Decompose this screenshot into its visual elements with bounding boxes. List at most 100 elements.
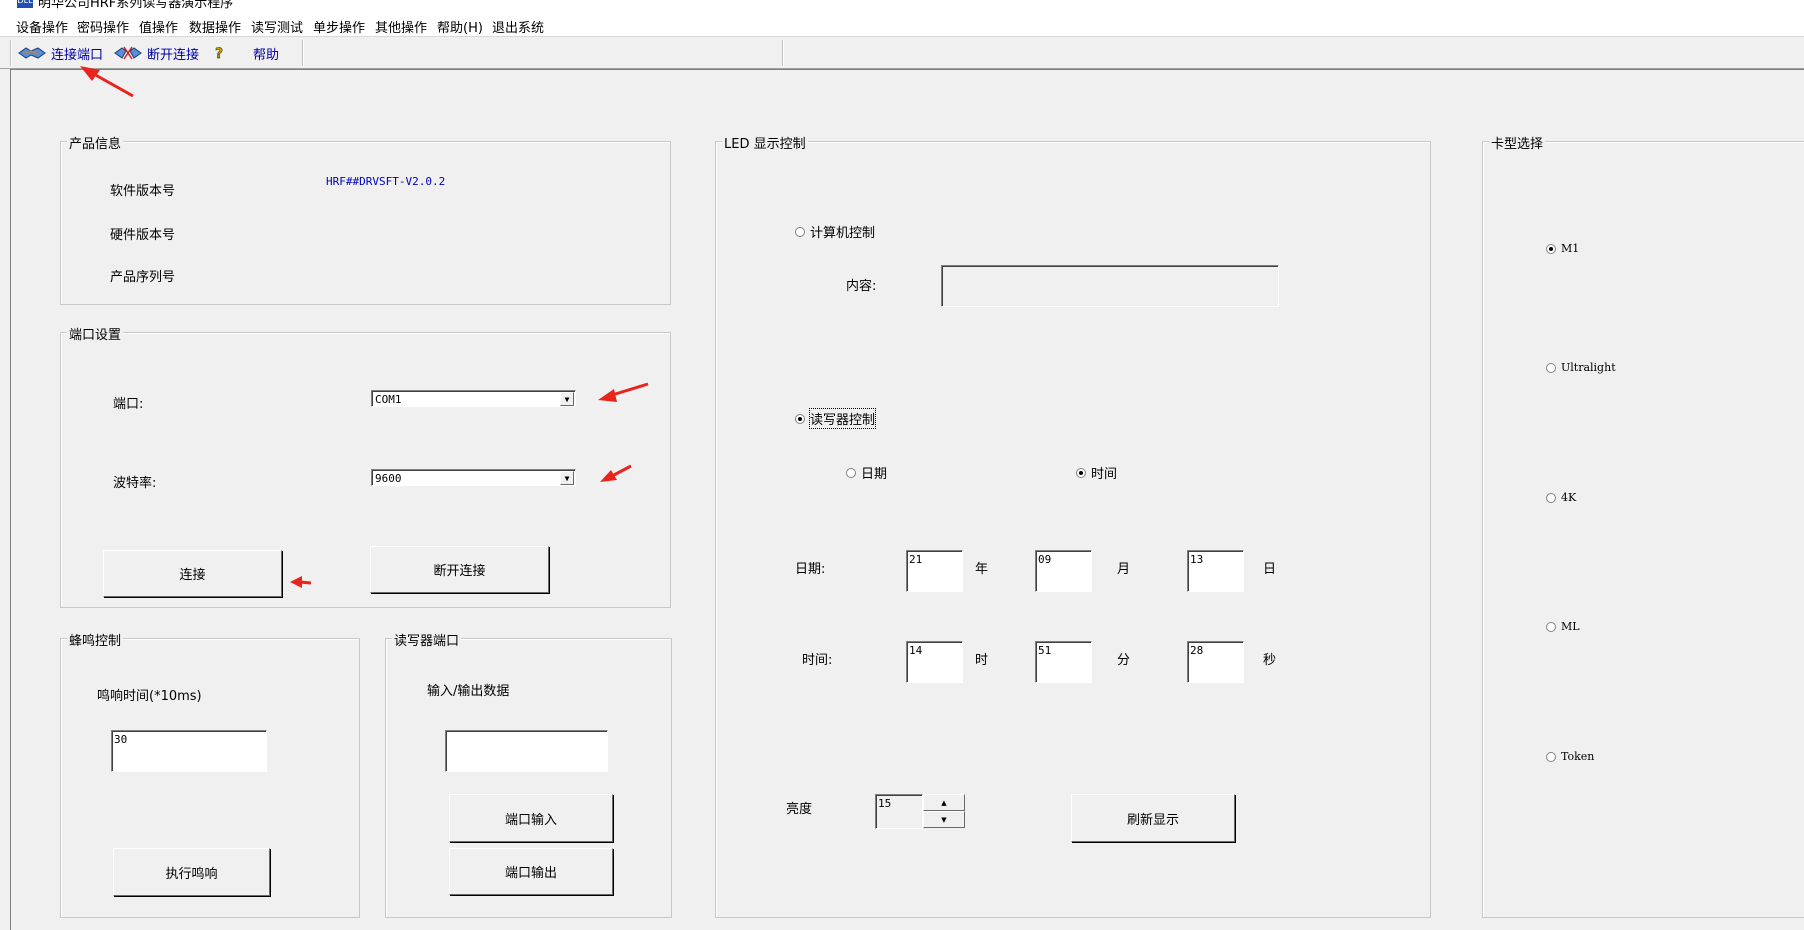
toolbar: 连接端口 断开连接 ? 帮助	[0, 37, 1804, 69]
brightness-input[interactable]: 15	[875, 794, 923, 829]
menu-exit[interactable]: 退出系统	[492, 17, 544, 36]
beep-duration-input[interactable]: 30	[111, 730, 267, 772]
app-icon: DLL	[17, 0, 33, 8]
date-option-label: 日期	[861, 467, 888, 482]
minute-input[interactable]: 51	[1035, 641, 1092, 683]
baud-rate-select-value: 9600	[375, 472, 402, 485]
led-display-group: LED 显示控制 计算机控制 内容: 读写器控制 日期 时间 日期: 21 年 …	[715, 133, 1431, 918]
content-input[interactable]	[941, 265, 1279, 307]
software-version-value: HRF##DRVSFT-V2.0.2	[326, 175, 446, 188]
menu-value[interactable]: 值操作	[139, 17, 178, 36]
port-input-button[interactable]: 端口输入	[449, 794, 613, 842]
second-input[interactable]: 28	[1187, 641, 1244, 683]
time-label: 时间:	[802, 653, 833, 668]
group-title: LED 显示控制	[722, 133, 808, 152]
beep-duration-label: 鸣响时间(*10ms)	[97, 689, 202, 704]
brightness-label: 亮度	[786, 802, 813, 817]
menu-help[interactable]: 帮助(H)	[437, 17, 483, 36]
disconnect-label: 断开连接	[147, 47, 200, 63]
month-input[interactable]: 09	[1035, 550, 1092, 592]
card-type-label: 4K	[1561, 491, 1577, 504]
connect-port-toolbar-button[interactable]: 连接端口	[18, 43, 103, 63]
hour-input[interactable]: 14	[906, 641, 963, 683]
chevron-up-icon[interactable]: ▲	[923, 794, 965, 811]
title-bar: DLL 明华公司HRF系列读写器演示程序	[0, 0, 1804, 12]
group-title: 产品信息	[67, 133, 124, 152]
year-input[interactable]: 21	[906, 550, 963, 592]
refresh-display-button[interactable]: 刷新显示	[1071, 794, 1235, 842]
group-title: 卡型选择	[1489, 133, 1546, 152]
date-option-radio[interactable]: 日期	[846, 463, 887, 482]
brightness-spinner[interactable]: ▲ ▼	[923, 794, 965, 829]
radio-indicator	[1546, 492, 1556, 503]
hour-unit: 时	[975, 653, 989, 668]
radio-indicator	[1546, 362, 1556, 373]
toolbar-separator	[10, 40, 12, 66]
handshake-broken-icon	[114, 46, 142, 60]
svg-text:?: ?	[215, 46, 223, 61]
radio-indicator	[1546, 621, 1556, 632]
card-type-label: M1	[1561, 242, 1580, 255]
port-select[interactable]: COM1 ▼	[371, 390, 576, 407]
month-unit: 月	[1117, 562, 1131, 577]
port-select-value: COM1	[375, 393, 402, 406]
toolbar-separator	[782, 40, 784, 66]
radio-indicator	[846, 467, 856, 478]
menu-other[interactable]: 其他操作	[375, 17, 427, 36]
io-data-input[interactable]	[445, 730, 608, 772]
pc-control-radio[interactable]: 计算机控制	[795, 222, 875, 241]
chevron-down-icon[interactable]: ▼	[560, 471, 574, 485]
menu-single-step[interactable]: 单步操作	[313, 17, 365, 36]
toolbar-separator	[302, 40, 304, 66]
card-type-m1-radio[interactable]: M1	[1546, 242, 1579, 255]
date-label: 日期:	[795, 562, 826, 577]
baud-rate-label: 波特率:	[113, 476, 157, 491]
card-type-label: Token	[1561, 750, 1595, 763]
reader-control-radio[interactable]: 读写器控制	[795, 408, 877, 429]
beep-control-group: 蜂鸣控制 鸣响时间(*10ms) 30 执行鸣响	[60, 630, 360, 918]
menu-bar: 设备操作 密码操作 值操作 数据操作 读写测试 单步操作 其他操作 帮助(H) …	[0, 12, 1804, 37]
help-label: 帮助	[253, 47, 280, 63]
window-title: 明华公司HRF系列读写器演示程序	[38, 0, 234, 11]
serial-number-label: 产品序列号	[110, 270, 176, 285]
handshake-icon	[18, 47, 46, 59]
minute-unit: 分	[1117, 653, 1131, 668]
menu-device[interactable]: 设备操作	[16, 17, 68, 36]
card-type-label: ML	[1561, 620, 1580, 633]
reader-port-group: 读写器端口 输入/输出数据 端口输入 端口输出	[385, 630, 672, 918]
second-unit: 秒	[1263, 653, 1277, 668]
software-version-label: 软件版本号	[110, 184, 176, 199]
port-output-button[interactable]: 端口输出	[449, 848, 613, 895]
chevron-down-icon[interactable]: ▼	[923, 811, 965, 828]
card-type-label: Ultralight	[1561, 361, 1616, 374]
product-info-group: 产品信息 软件版本号 HRF##DRVSFT-V2.0.2 硬件版本号 产品序列…	[60, 133, 671, 305]
radio-indicator	[1546, 243, 1556, 254]
card-type-group: 卡型选择 M1 Ultralight 4K ML Token	[1482, 133, 1804, 918]
help-toolbar-button[interactable]: ? 帮助	[214, 43, 279, 63]
radio-indicator	[795, 413, 805, 424]
day-unit: 日	[1263, 562, 1277, 577]
connect-port-label: 连接端口	[51, 47, 104, 63]
baud-rate-select[interactable]: 9600 ▼	[371, 469, 576, 486]
port-label: 端口:	[113, 397, 144, 412]
group-title: 读写器端口	[392, 630, 462, 649]
hardware-version-label: 硬件版本号	[110, 228, 176, 243]
execute-beep-button[interactable]: 执行鸣响	[113, 848, 270, 896]
disconnect-button[interactable]: 断开连接	[370, 546, 549, 593]
card-type-ml-radio[interactable]: ML	[1546, 620, 1580, 633]
chevron-down-icon[interactable]: ▼	[560, 392, 574, 406]
question-mark-icon: ?	[215, 46, 224, 61]
menu-rw-test[interactable]: 读写测试	[251, 17, 303, 36]
time-option-radio[interactable]: 时间	[1076, 463, 1117, 482]
year-unit: 年	[975, 562, 989, 577]
menu-password[interactable]: 密码操作	[77, 17, 129, 36]
disconnect-toolbar-button[interactable]: 断开连接	[114, 43, 199, 63]
day-input[interactable]: 13	[1187, 550, 1244, 592]
port-settings-group: 端口设置 端口: COM1 ▼ 波特率: 9600 ▼ 连接 断开连接	[60, 324, 671, 608]
card-type-token-radio[interactable]: Token	[1546, 750, 1594, 763]
reader-control-label: 读写器控制	[808, 408, 877, 429]
card-type-4k-radio[interactable]: 4K	[1546, 491, 1576, 504]
card-type-ultralight-radio[interactable]: Ultralight	[1546, 361, 1616, 374]
connect-button[interactable]: 连接	[103, 550, 282, 597]
menu-data[interactable]: 数据操作	[189, 17, 241, 36]
